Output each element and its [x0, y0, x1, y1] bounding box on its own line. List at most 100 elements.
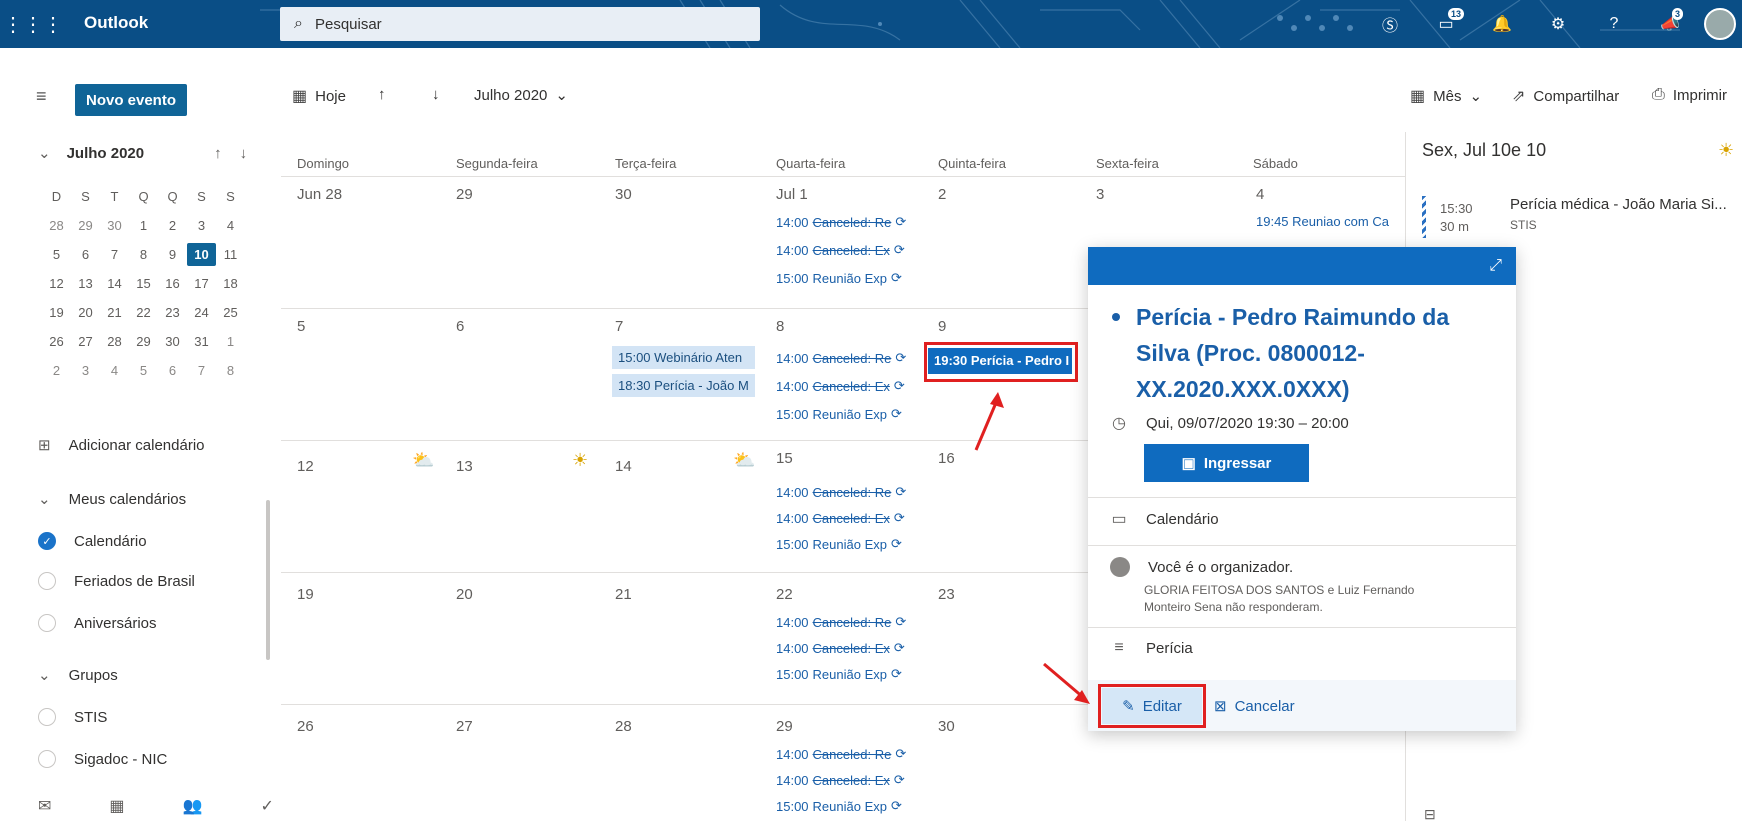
mini-calendar-title[interactable]: Julho 2020 — [67, 145, 145, 162]
mini-day[interactable]: 30 — [158, 334, 187, 349]
day-number[interactable]: Jun 28 — [297, 186, 342, 203]
day-number[interactable]: 28 — [615, 718, 632, 735]
calendar-event[interactable]: 15:00 Webinário Aten — [612, 346, 755, 369]
day-number[interactable]: 7 — [615, 318, 623, 335]
day-number[interactable]: 29 — [776, 718, 793, 735]
mini-day[interactable]: 6 — [71, 247, 100, 262]
tasks-icon[interactable]: ✓ — [260, 796, 273, 816]
search-box[interactable]: ⌕ Pesquisar — [280, 7, 760, 41]
agenda-event-title[interactable]: Perícia médica - João Maria Si... — [1510, 196, 1727, 213]
day-number[interactable]: 27 — [456, 718, 473, 735]
mini-day[interactable]: 4 — [100, 363, 129, 378]
day-number[interactable]: 12 — [297, 458, 314, 475]
day-number[interactable]: 9 — [938, 318, 946, 335]
calendar-event[interactable]: 15:00 Reunião Exp ⟳ — [776, 270, 902, 286]
mini-day[interactable]: 18 — [216, 276, 245, 291]
help-icon[interactable]: ? — [1586, 0, 1642, 48]
day-number[interactable]: 22 — [776, 586, 793, 603]
hamburger-menu-icon[interactable]: ≡ — [36, 86, 47, 107]
mini-day[interactable]: 12 — [42, 276, 71, 291]
day-number[interactable]: 3 — [1096, 186, 1104, 203]
mini-day[interactable]: 5 — [42, 247, 71, 262]
calendar-icon[interactable]: ▦ — [109, 796, 124, 816]
app-launcher-icon[interactable]: ⋮⋮⋮ — [0, 0, 66, 48]
mini-day[interactable]: 25 — [216, 305, 245, 320]
mini-day[interactable]: 13 — [71, 276, 100, 291]
skype-icon[interactable]: Ⓢ — [1362, 0, 1418, 48]
mini-day[interactable]: 16 — [158, 276, 187, 291]
calendar-event[interactable]: 14:00 Canceled: Ex ⟳ — [776, 378, 905, 394]
view-selector[interactable]: ▦ Mês ⌄ — [1410, 86, 1482, 106]
mini-day[interactable]: 11 — [216, 247, 245, 262]
day-number[interactable]: 8 — [776, 318, 784, 335]
day-number[interactable]: 14 — [615, 458, 632, 475]
day-number[interactable]: 30 — [615, 186, 632, 203]
mini-day-today[interactable]: 10 — [187, 243, 216, 266]
collapse-chevron-icon[interactable]: ⌄ — [38, 144, 51, 162]
calendar-event[interactable]: 15:00 Reunião Exp ⟳ — [776, 536, 902, 552]
mini-day[interactable]: 8 — [216, 363, 245, 378]
mini-day[interactable]: 26 — [42, 334, 71, 349]
calendar-event[interactable]: 14:00 Canceled: Ex ⟳ — [776, 640, 905, 656]
calendar-event[interactable]: 14:00 Canceled: Re ⟳ — [776, 350, 906, 366]
bell-icon[interactable]: 🔔 — [1474, 0, 1530, 48]
mini-day[interactable]: 30 — [100, 218, 129, 233]
day-number[interactable]: 16 — [938, 450, 955, 467]
calendar-item-feriados[interactable]: Feriados de Brasil — [38, 572, 195, 590]
print-button[interactable]: ⎙ Imprimir — [1652, 86, 1727, 104]
mini-day[interactable]: 29 — [71, 218, 100, 233]
day-number[interactable]: 2 — [938, 186, 946, 203]
mini-day[interactable]: 4 — [216, 218, 245, 233]
mini-day[interactable]: 7 — [100, 247, 129, 262]
mini-day[interactable]: 31 — [187, 334, 216, 349]
mini-day[interactable]: 5 — [129, 363, 158, 378]
gear-icon[interactable]: ⚙ — [1530, 0, 1586, 48]
my-calendars-header[interactable]: ⌄ Meus calendários — [38, 490, 186, 509]
next-arrow-icon[interactable]: ↓ — [432, 86, 440, 103]
day-number[interactable]: 23 — [938, 586, 955, 603]
mini-day[interactable]: 6 — [158, 363, 187, 378]
sidebar-scrollbar[interactable] — [266, 500, 270, 660]
mini-day[interactable]: 24 — [187, 305, 216, 320]
mini-day[interactable]: 3 — [187, 218, 216, 233]
app-name[interactable]: Outlook — [84, 13, 148, 33]
calendar-item-aniversarios[interactable]: Aniversários — [38, 614, 157, 632]
day-number[interactable]: 15 — [776, 450, 793, 467]
day-number[interactable]: 13 — [456, 458, 473, 475]
mini-day[interactable]: 3 — [71, 363, 100, 378]
day-number[interactable]: 29 — [456, 186, 473, 203]
mini-day[interactable]: 9 — [158, 247, 187, 262]
calendar-event[interactable]: 14:00 Canceled: Ex ⟳ — [776, 772, 905, 788]
month-selector[interactable]: Julho 2020 ⌄ — [474, 86, 568, 105]
group-item-stis[interactable]: STIS — [38, 708, 107, 726]
groups-header[interactable]: ⌄ Grupos — [38, 666, 118, 685]
megaphone-icon[interactable]: 📣 3 — [1642, 0, 1698, 48]
add-calendar-button[interactable]: ⊞ Adicionar calendário — [38, 436, 205, 455]
calendar-event[interactable]: 14:00 Canceled: Re ⟳ — [776, 746, 906, 762]
mini-day[interactable]: 19 — [42, 305, 71, 320]
calendar-event[interactable]: 19:45 Reuniao com Ca — [1256, 214, 1396, 229]
day-number[interactable]: 30 — [938, 718, 955, 735]
mini-day[interactable]: 28 — [100, 334, 129, 349]
today-button[interactable]: ▦ Hoje — [292, 86, 346, 106]
new-event-button[interactable]: Novo evento — [75, 84, 187, 116]
mini-day[interactable]: 20 — [71, 305, 100, 320]
mini-day[interactable]: 8 — [129, 247, 158, 262]
mini-day[interactable]: 29 — [129, 334, 158, 349]
mini-prev-arrow-icon[interactable]: ↑ — [214, 145, 222, 162]
day-number[interactable]: 6 — [456, 318, 464, 335]
expand-icon[interactable]: ⤢ — [1489, 257, 1502, 275]
calendar-event[interactable]: 14:00 Canceled: Re ⟳ — [776, 484, 906, 500]
day-number[interactable]: Jul 1 — [776, 186, 808, 203]
calendar-event[interactable]: 14:00 Canceled: Ex ⟳ — [776, 242, 905, 258]
calendar-event[interactable]: 15:00 Reunião Exp ⟳ — [776, 798, 902, 814]
mini-day[interactable]: 7 — [187, 363, 216, 378]
cancel-event-button[interactable]: ⊠ Cancelar — [1214, 688, 1295, 724]
calendar-event[interactable]: 14:00 Canceled: Re ⟳ — [776, 614, 906, 630]
mail-icon[interactable]: ✉ — [38, 796, 51, 816]
people-icon[interactable]: 👥 — [183, 796, 203, 816]
join-meeting-button[interactable]: ▣ Ingressar — [1144, 444, 1309, 482]
calendar-event[interactable]: 14:00 Canceled: Re ⟳ — [776, 214, 906, 230]
mini-day[interactable]: 27 — [71, 334, 100, 349]
mini-day[interactable]: 1 — [216, 334, 245, 349]
